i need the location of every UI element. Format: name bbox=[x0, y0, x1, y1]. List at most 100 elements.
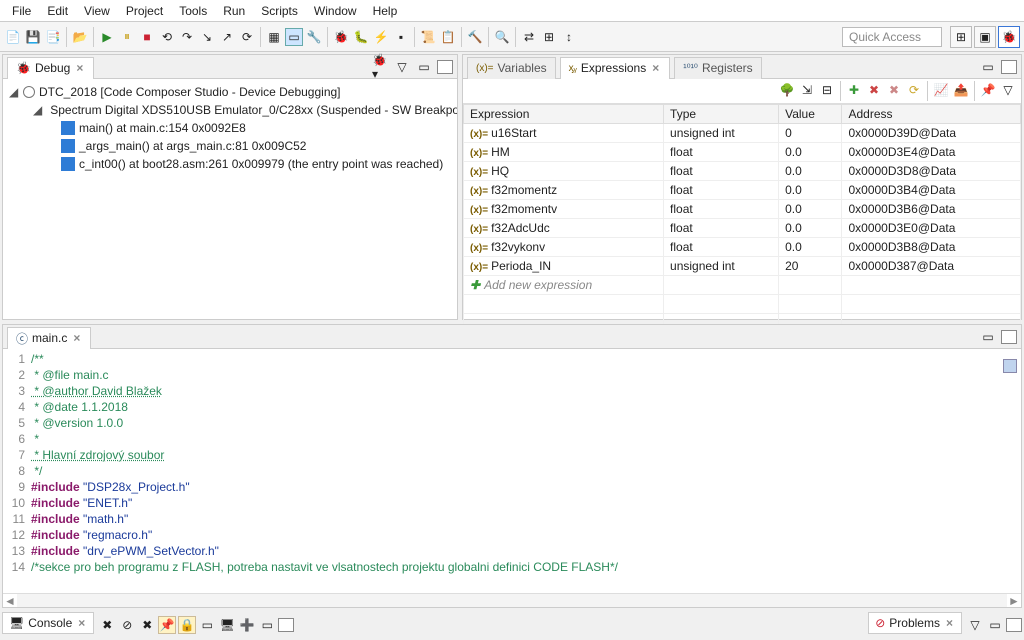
tree-icon[interactable]: 🌳 bbox=[778, 81, 796, 99]
add-expression-row[interactable]: ✚Add new expression bbox=[464, 276, 1021, 295]
expressions-tab[interactable]: ᶍᵧ Expressions × bbox=[560, 57, 671, 79]
menu-run[interactable]: Run bbox=[215, 1, 253, 21]
pin-icon[interactable]: 📌 bbox=[158, 616, 176, 634]
stack-frame[interactable]: c_int00() at boot28.asm:261 0x009979 (th… bbox=[9, 155, 451, 173]
table-row[interactable]: (x)=HQfloat0.00x0000D3D8@Data bbox=[464, 162, 1021, 181]
step-over-icon[interactable]: ↷ bbox=[178, 28, 196, 46]
menu-scripts[interactable]: Scripts bbox=[253, 1, 306, 21]
script-icon[interactable]: 📜 bbox=[419, 28, 437, 46]
close-icon[interactable]: × bbox=[944, 616, 955, 630]
debug-thread-node[interactable]: ◢ Spectrum Digital XDS510USB Emulator_0/… bbox=[9, 101, 451, 119]
table-row[interactable]: (x)=f32momentzfloat0.00x0000D3B4@Data bbox=[464, 181, 1021, 200]
max-icon[interactable] bbox=[278, 618, 294, 632]
table-row[interactable]: (x)=HMfloat0.00x0000D3E4@Data bbox=[464, 143, 1021, 162]
col-expression[interactable]: Expression bbox=[464, 105, 664, 124]
menu-edit[interactable]: Edit bbox=[39, 1, 76, 21]
stack-frame[interactable]: _args_main() at args_main.c:81 0x009C52 bbox=[9, 137, 451, 155]
restart-icon[interactable]: ⟲ bbox=[158, 28, 176, 46]
variables-tab[interactable]: (x)= Variables bbox=[467, 57, 556, 79]
scroll-marker[interactable] bbox=[1003, 359, 1017, 373]
close-icon[interactable]: × bbox=[650, 61, 661, 75]
ccs-perspective-icon[interactable]: ▣ bbox=[974, 26, 996, 48]
table-row[interactable]: (x)=f32vykonvfloat0.00x0000D3B8@Data bbox=[464, 238, 1021, 257]
close-icon[interactable]: × bbox=[71, 331, 82, 345]
script2-icon[interactable]: 📋 bbox=[439, 28, 457, 46]
table-row[interactable]: (x)=f32AdcUdcfloat0.00x0000D3E0@Data bbox=[464, 219, 1021, 238]
save-icon[interactable]: 💾 bbox=[24, 28, 42, 46]
debug-dropdown-icon[interactable]: 🐞▾ bbox=[371, 58, 389, 76]
expand-icon[interactable]: ⇲ bbox=[798, 81, 816, 99]
close-icon[interactable]: × bbox=[76, 616, 87, 630]
menu-file[interactable]: File bbox=[4, 1, 39, 21]
bug2-icon[interactable]: 🐛 bbox=[352, 28, 370, 46]
minimize-icon[interactable]: ▭ bbox=[979, 328, 997, 346]
min-icon[interactable]: ▭ bbox=[258, 616, 276, 634]
menu-icon[interactable]: ▽ bbox=[966, 616, 984, 634]
maximize-icon[interactable] bbox=[437, 60, 453, 74]
collapse-icon[interactable]: ◢ bbox=[9, 83, 19, 101]
pause-icon[interactable]: ⏸ bbox=[118, 28, 136, 46]
collapse-icon[interactable]: ⊟ bbox=[818, 81, 836, 99]
maximize-icon[interactable] bbox=[1001, 60, 1017, 74]
step-out-icon[interactable]: ↗ bbox=[218, 28, 236, 46]
menu-tools[interactable]: Tools bbox=[171, 1, 215, 21]
new-icon[interactable]: 📄 bbox=[4, 28, 22, 46]
debug-tab[interactable]: 🐞 Debug × bbox=[7, 57, 94, 79]
quick-access-input[interactable]: Quick Access bbox=[842, 27, 942, 47]
close-icon[interactable]: × bbox=[74, 61, 85, 75]
debug-perspective-icon[interactable]: 🐞 bbox=[998, 26, 1020, 48]
menu-window[interactable]: Window bbox=[306, 1, 365, 21]
export-icon[interactable]: 📤 bbox=[952, 81, 970, 99]
menu-help[interactable]: Help bbox=[365, 1, 406, 21]
minimize-icon[interactable]: ▭ bbox=[979, 58, 997, 76]
refresh-icon[interactable]: ⟳ bbox=[905, 81, 923, 99]
problems-tab[interactable]: ⊘ Problems × bbox=[868, 612, 962, 634]
open-console-icon[interactable]: 🖥 bbox=[218, 616, 236, 634]
maximize-icon[interactable] bbox=[1001, 330, 1017, 344]
step-into-icon[interactable]: ↘ bbox=[198, 28, 216, 46]
scroll-right-icon[interactable]: ► bbox=[1007, 594, 1021, 607]
run-icon[interactable]: ▶ bbox=[98, 28, 116, 46]
col-address[interactable]: Address bbox=[842, 105, 1021, 124]
menu-project[interactable]: Project bbox=[118, 1, 171, 21]
new-console-icon[interactable]: ➕ bbox=[238, 616, 256, 634]
nav-icon[interactable]: ⇄ bbox=[520, 28, 538, 46]
pin-icon[interactable]: 📌 bbox=[979, 81, 997, 99]
hammer-icon[interactable]: 🔨 bbox=[466, 28, 484, 46]
menu-icon[interactable]: ▽ bbox=[999, 81, 1017, 99]
display-icon[interactable]: ▭ bbox=[198, 616, 216, 634]
table-row[interactable]: (x)=f32momentvfloat0.00x0000D3B6@Data bbox=[464, 200, 1021, 219]
grid-icon[interactable]: ▦ bbox=[265, 28, 283, 46]
scroll-left-icon[interactable]: ◄ bbox=[3, 594, 17, 607]
removeall-icon[interactable]: ✖ bbox=[138, 616, 156, 634]
menu-view[interactable]: View bbox=[76, 1, 118, 21]
stack-frame[interactable]: main() at main.c:154 0x0092E8 bbox=[9, 119, 451, 137]
horizontal-scrollbar[interactable]: ◄ ► bbox=[3, 593, 1021, 607]
open-perspective-icon[interactable]: ⊞ bbox=[950, 26, 972, 48]
window-icon[interactable]: ▭ bbox=[285, 28, 303, 46]
stop-icon[interactable]: ■ bbox=[138, 28, 156, 46]
bug-icon[interactable]: 🐞 bbox=[332, 28, 350, 46]
view-menu-icon[interactable]: ▽ bbox=[393, 58, 411, 76]
debug-project-node[interactable]: ◢ DTC_2018 [Code Composer Studio - Devic… bbox=[9, 83, 451, 101]
table-row[interactable]: (x)=Perioda_INunsigned int200x0000D387@D… bbox=[464, 257, 1021, 276]
editor-text[interactable]: 1/**2 * @file main.c3 * @author David Bl… bbox=[3, 349, 1021, 593]
min-icon[interactable]: ▭ bbox=[986, 616, 1004, 634]
scroll-lock-icon[interactable]: 🔒 bbox=[178, 616, 196, 634]
search-icon[interactable]: 🔍 bbox=[493, 28, 511, 46]
editor-tab[interactable]: ⓒ main.c × bbox=[7, 327, 91, 349]
saveall-icon[interactable]: 📑 bbox=[44, 28, 62, 46]
up-icon[interactable]: ↕ bbox=[560, 28, 578, 46]
flash-icon[interactable]: ⚡ bbox=[372, 28, 390, 46]
folder-icon[interactable]: 📂 bbox=[71, 28, 89, 46]
table-row[interactable]: (x)=u16Startunsigned int00x0000D39D@Data bbox=[464, 124, 1021, 143]
reset-icon[interactable]: ⟳ bbox=[238, 28, 256, 46]
removeall-icon[interactable]: ✖ bbox=[885, 81, 903, 99]
graph-icon[interactable]: 📈 bbox=[932, 81, 950, 99]
expand-icon[interactable]: ⊞ bbox=[540, 28, 558, 46]
col-type[interactable]: Type bbox=[664, 105, 779, 124]
max-icon[interactable] bbox=[1006, 618, 1022, 632]
registers-tab[interactable]: ¹⁰¹⁰ Registers bbox=[674, 57, 761, 79]
minimize-icon[interactable]: ▭ bbox=[415, 58, 433, 76]
chip-icon[interactable]: ▪ bbox=[392, 28, 410, 46]
